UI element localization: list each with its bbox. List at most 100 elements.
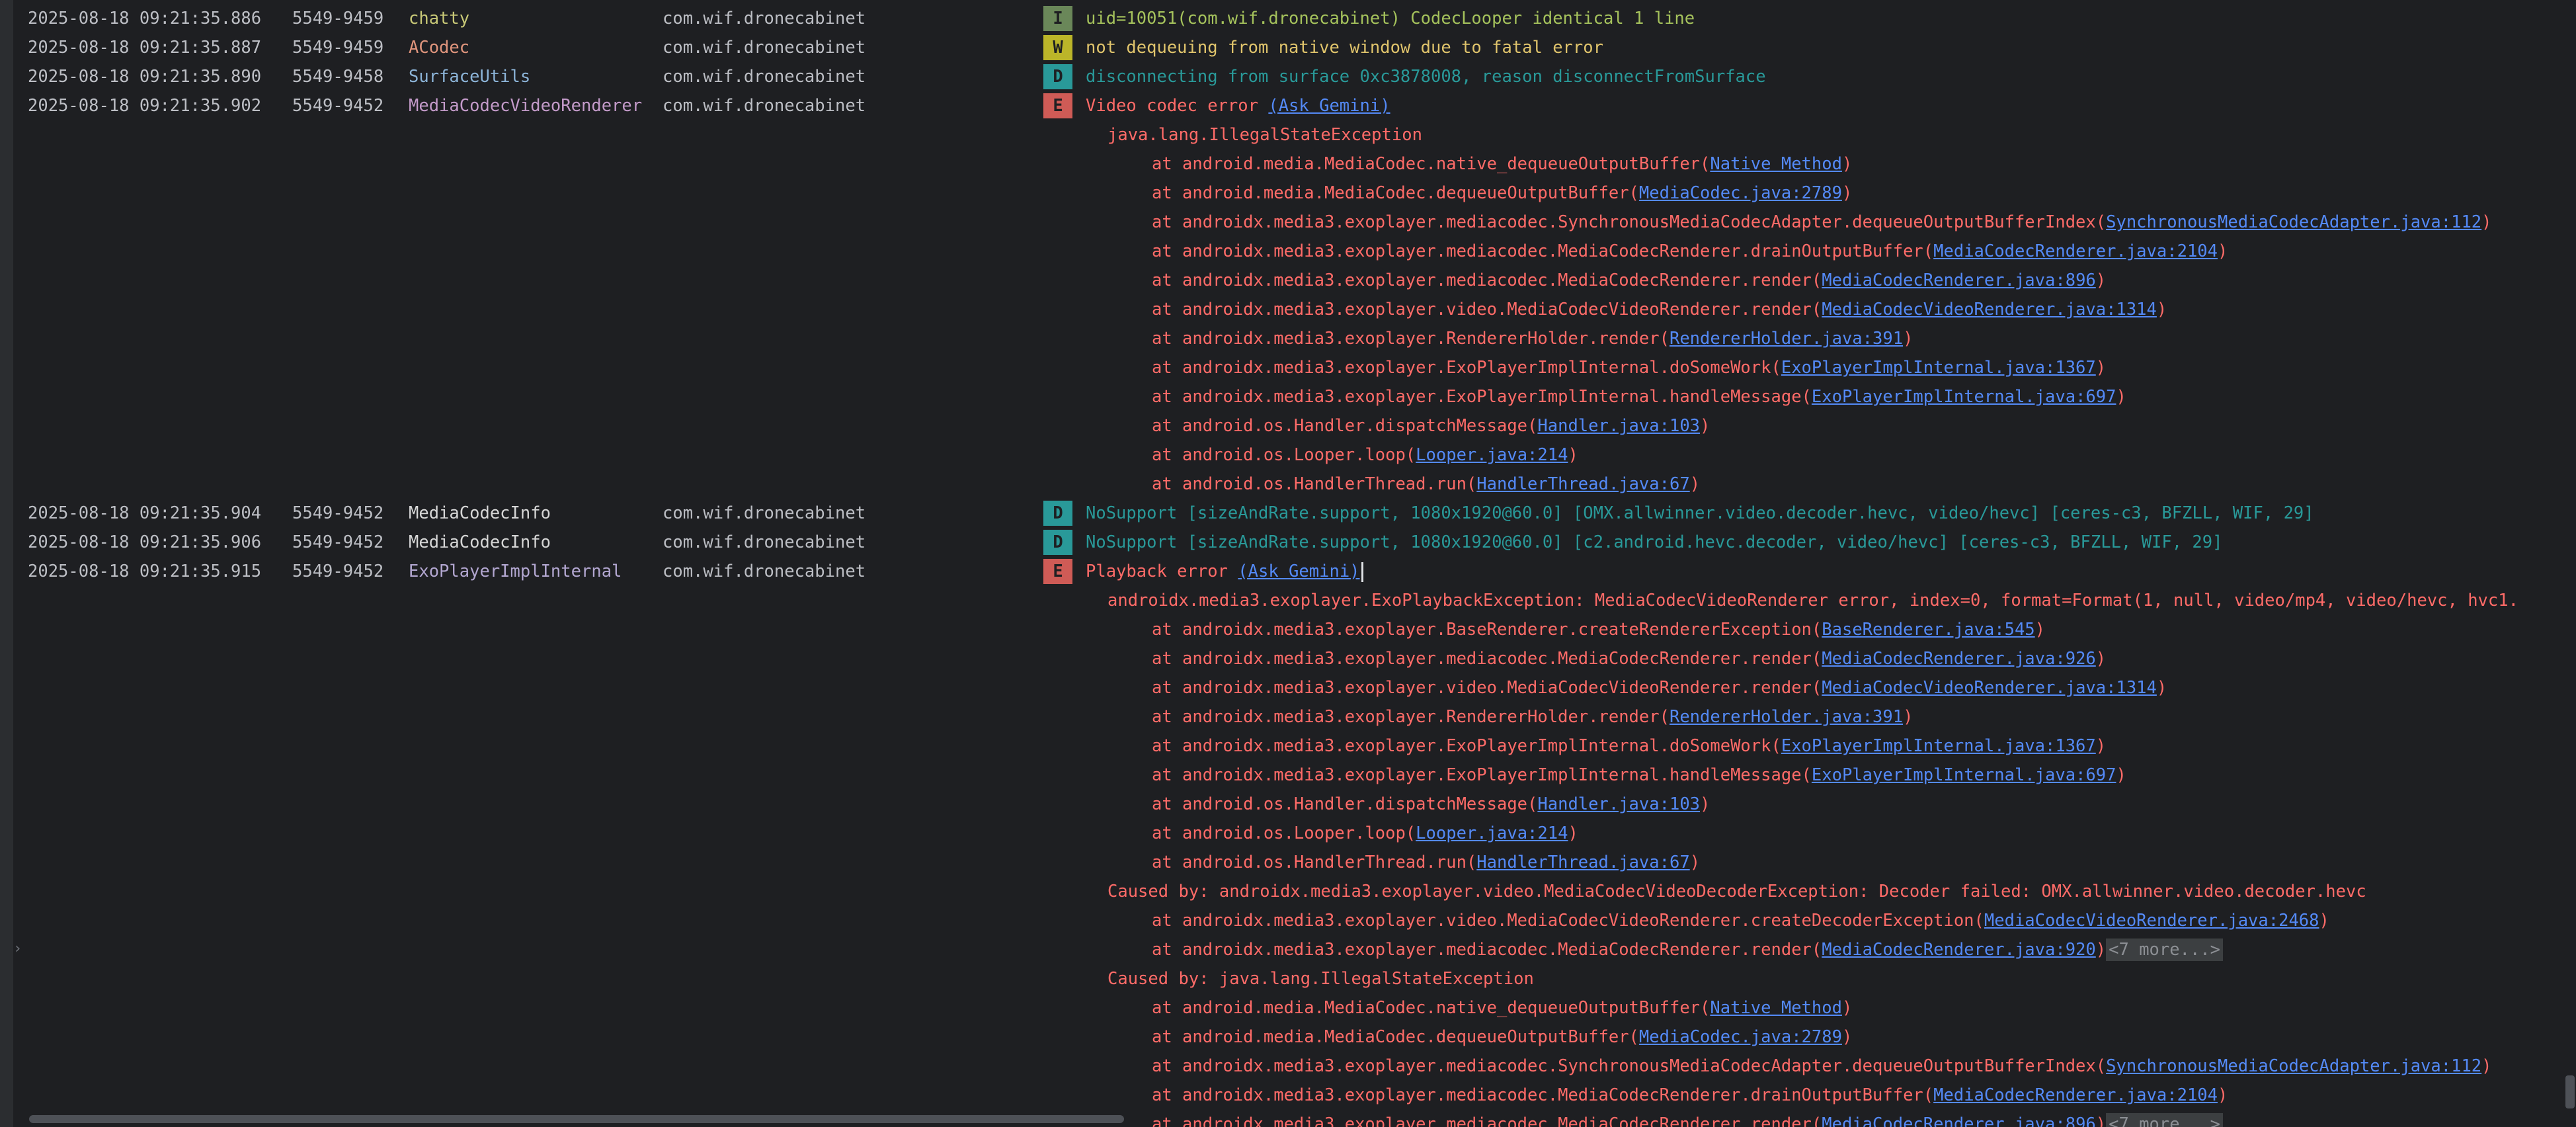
source-link[interactable]: ExoPlayerImplInternal.java:697: [1812, 765, 2116, 785]
log-entry[interactable]: 2025-08-18 09:21:35.887 5549-9459 ACodec co…: [0, 33, 2576, 62]
stack-frame-method: at androidx.media3.exoplayer.mediacodec.…: [1152, 271, 1822, 290]
stack-frame[interactable]: at androidx.media3.exoplayer.ExoPlayerIm…: [0, 382, 2576, 411]
source-link[interactable]: Native Method: [1710, 154, 1842, 174]
stack-frame-method: at androidx.media3.exoplayer.ExoPlayerIm…: [1152, 358, 1781, 378]
horizontal-scrollbar[interactable]: [29, 1115, 1124, 1123]
stack-frame-text: at androidx.media3.exoplayer.mediacodec.…: [1152, 1052, 2492, 1081]
log-entry[interactable]: 2025-08-18 09:21:35.906 5549-9452 MediaCod…: [0, 528, 2576, 557]
source-link[interactable]: HandlerThread.java:67: [1476, 853, 1689, 872]
stack-frame-text: at android.media.MediaCodec.dequeueOutpu…: [1152, 179, 1852, 208]
stack-frame[interactable]: at androidx.media3.exoplayer.mediacodec.…: [0, 237, 2576, 266]
stack-frame[interactable]: at android.os.Looper.loop(Looper.java:21…: [0, 819, 2576, 848]
log-entry[interactable]: 2025-08-18 09:21:35.886 5549-9459 chatty co…: [0, 4, 2576, 33]
stack-frame-text: at androidx.media3.exoplayer.mediacodec.…: [1152, 644, 2106, 673]
log-message: uid=10051(com.wif.dronecabinet) CodecLoo…: [1086, 4, 1695, 33]
stack-frame-text: at androidx.media3.exoplayer.ExoPlayerIm…: [1152, 382, 2126, 411]
stack-frame-method: at androidx.media3.exoplayer.ExoPlayerIm…: [1152, 736, 1781, 756]
stack-frame[interactable]: at androidx.media3.exoplayer.ExoPlayerIm…: [0, 731, 2576, 761]
source-link[interactable]: MediaCodecVideoRenderer.java:1314: [1822, 678, 2157, 698]
stack-frame[interactable]: at androidx.media3.exoplayer.RendererHol…: [0, 324, 2576, 353]
stack-frame[interactable]: at android.media.MediaCodec.dequeueOutpu…: [0, 179, 2576, 208]
source-link[interactable]: MediaCodecVideoRenderer.java:2468: [1984, 911, 2319, 931]
stack-frame-method: at android.os.Handler.dispatchMessage(: [1152, 416, 1538, 436]
more-frames-fold[interactable]: <7 more...>: [2106, 939, 2224, 961]
source-link[interactable]: Handler.java:103: [1537, 416, 1700, 436]
source-link[interactable]: MediaCodecRenderer.java:926: [1822, 649, 2096, 669]
source-link[interactable]: Looper.java:214: [1416, 445, 1568, 465]
source-link[interactable]: MediaCodecVideoRenderer.java:1314: [1822, 300, 2157, 319]
stack-frame-suffix: ): [2034, 620, 2046, 640]
log-continuation[interactable]: java.lang.IllegalStateException: [0, 120, 2576, 149]
stack-frame[interactable]: at androidx.media3.exoplayer.mediacodec.…: [0, 1052, 2576, 1081]
stack-frame[interactable]: at androidx.media3.exoplayer.mediacodec.…: [0, 935, 2576, 964]
log-entry[interactable]: 2025-08-18 09:21:35.915 5549-9452 ExoPlaye…: [0, 557, 2576, 586]
stack-frame-text: at androidx.media3.exoplayer.RendererHol…: [1152, 324, 1913, 353]
log-timestamp: 2025-08-18 09:21:35.904: [28, 503, 262, 523]
stack-frame-suffix: ): [2156, 300, 2167, 319]
stack-frame[interactable]: at androidx.media3.exoplayer.ExoPlayerIm…: [0, 761, 2576, 790]
stack-frame[interactable]: at android.os.Handler.dispatchMessage(Ha…: [0, 790, 2576, 819]
stack-frame[interactable]: at androidx.media3.exoplayer.video.Media…: [0, 295, 2576, 324]
ask-gemini-link[interactable]: (Ask Gemini): [1268, 96, 1390, 116]
log-continuation[interactable]: Caused by: java.lang.IllegalStateExcepti…: [0, 964, 2576, 993]
stack-frame[interactable]: at android.media.MediaCodec.native_deque…: [0, 149, 2576, 179]
stack-frame-method: at androidx.media3.exoplayer.mediacodec.…: [1152, 940, 1822, 960]
log-entry[interactable]: 2025-08-18 09:21:35.902 5549-9452 MediaCod…: [0, 91, 2576, 120]
source-link[interactable]: ExoPlayerImplInternal.java:1367: [1781, 736, 2096, 756]
log-pid: 5549-9459: [292, 9, 384, 28]
ask-gemini-link[interactable]: (Ask Gemini): [1238, 562, 1359, 581]
stack-frame[interactable]: at android.os.HandlerThread.run(HandlerT…: [0, 470, 2576, 499]
stack-frame[interactable]: at androidx.media3.exoplayer.mediacodec.…: [0, 266, 2576, 295]
stack-frame[interactable]: at android.os.HandlerThread.run(HandlerT…: [0, 848, 2576, 877]
source-link[interactable]: HandlerThread.java:67: [1476, 474, 1689, 494]
log-continuation[interactable]: androidx.media3.exoplayer.ExoPlaybackExc…: [0, 586, 2576, 615]
source-link[interactable]: Native Method: [1710, 998, 1842, 1018]
stack-frame[interactable]: at android.media.MediaCodec.native_deque…: [0, 993, 2576, 1023]
stack-frame-method: at android.os.HandlerThread.run(: [1152, 474, 1477, 494]
stack-frame[interactable]: at androidx.media3.exoplayer.mediacodec.…: [0, 1081, 2576, 1110]
stack-frame-suffix: ): [2095, 271, 2107, 290]
stack-frame[interactable]: at android.os.Handler.dispatchMessage(Ha…: [0, 411, 2576, 440]
stack-frame[interactable]: at androidx.media3.exoplayer.RendererHol…: [0, 702, 2576, 731]
log-timestamp: 2025-08-18 09:21:35.886: [28, 9, 262, 28]
log-continuation[interactable]: Caused by: androidx.media3.exoplayer.vid…: [0, 877, 2576, 906]
exception-line: java.lang.IllegalStateException: [1107, 125, 1422, 145]
source-link[interactable]: MediaCodecRenderer.java:2104: [1933, 1085, 2218, 1105]
source-link[interactable]: SynchronousMediaCodecAdapter.java:112: [2106, 212, 2481, 232]
stack-frame-method: at androidx.media3.exoplayer.mediacodec.…: [1152, 649, 1822, 669]
source-link[interactable]: Handler.java:103: [1537, 794, 1700, 814]
source-link[interactable]: BaseRenderer.java:545: [1822, 620, 2034, 640]
log-entry[interactable]: 2025-08-18 09:21:35.890 5549-9458 SurfaceU…: [0, 62, 2576, 91]
log-package: com.wif.dronecabinet: [663, 67, 866, 87]
stack-frame-method: at androidx.media3.exoplayer.BaseRendere…: [1152, 620, 1822, 640]
source-link[interactable]: Looper.java:214: [1416, 823, 1568, 843]
source-link[interactable]: MediaCodec.java:2789: [1639, 183, 1842, 203]
vertical-scrollbar[interactable]: [2565, 1075, 2575, 1108]
stack-frame[interactable]: at androidx.media3.exoplayer.BaseRendere…: [0, 615, 2576, 644]
stack-frame-text: at androidx.media3.exoplayer.BaseRendere…: [1152, 615, 2045, 644]
source-link[interactable]: MediaCodecRenderer.java:896: [1822, 1114, 2096, 1127]
stack-frame[interactable]: at androidx.media3.exoplayer.mediacodec.…: [0, 208, 2576, 237]
source-link[interactable]: MediaCodecRenderer.java:2104: [1933, 241, 2218, 261]
source-link[interactable]: MediaCodecRenderer.java:920: [1822, 940, 2096, 960]
log-level-badge: D: [1043, 501, 1072, 526]
source-link[interactable]: RendererHolder.java:391: [1670, 329, 1903, 349]
log-entry[interactable]: 2025-08-18 09:21:35.904 5549-9452 MediaCod…: [0, 499, 2576, 528]
stack-frame-suffix: ): [2095, 736, 2107, 756]
stack-frame[interactable]: at androidx.media3.exoplayer.mediacodec.…: [0, 644, 2576, 673]
source-link[interactable]: ExoPlayerImplInternal.java:697: [1812, 387, 2116, 407]
logcat-output[interactable]: 2025-08-18 09:21:35.886 5549-9459 chatty co…: [0, 4, 2576, 1127]
stack-frame[interactable]: at androidx.media3.exoplayer.video.Media…: [0, 673, 2576, 702]
source-link[interactable]: MediaCodec.java:2789: [1639, 1027, 1842, 1047]
stack-frame-text: at androidx.media3.exoplayer.mediacodec.…: [1152, 1110, 2224, 1127]
stack-frame[interactable]: at android.media.MediaCodec.dequeueOutpu…: [0, 1023, 2576, 1052]
source-link[interactable]: SynchronousMediaCodecAdapter.java:112: [2106, 1056, 2481, 1076]
stack-frame-suffix: ): [1568, 823, 1578, 843]
more-frames-fold[interactable]: <7 more...>: [2106, 1113, 2224, 1127]
source-link[interactable]: ExoPlayerImplInternal.java:1367: [1781, 358, 2096, 378]
stack-frame[interactable]: at androidx.media3.exoplayer.ExoPlayerIm…: [0, 353, 2576, 382]
stack-frame[interactable]: at androidx.media3.exoplayer.video.Media…: [0, 906, 2576, 935]
source-link[interactable]: RendererHolder.java:391: [1670, 707, 1903, 727]
stack-frame[interactable]: at android.os.Looper.loop(Looper.java:21…: [0, 440, 2576, 470]
source-link[interactable]: MediaCodecRenderer.java:896: [1822, 271, 2096, 290]
